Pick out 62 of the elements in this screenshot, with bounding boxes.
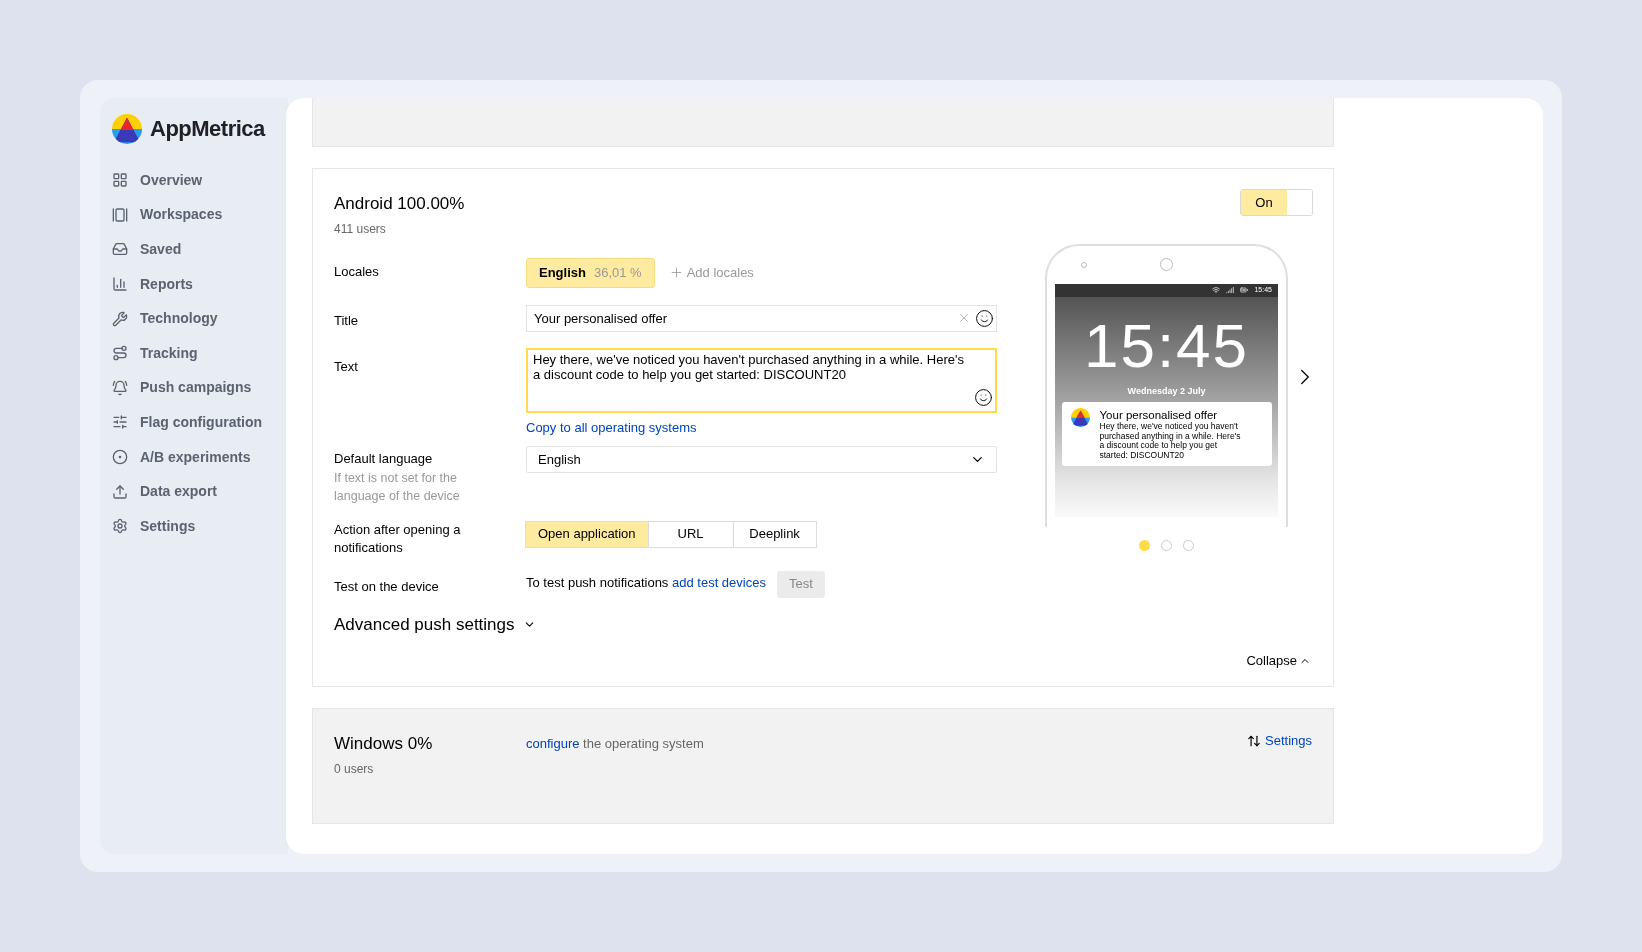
collapse-button[interactable]: Collapse	[1246, 651, 1311, 671]
bar-chart-icon	[112, 276, 128, 293]
circle-icon	[112, 449, 128, 466]
advanced-settings-toggle[interactable]: Advanced push settings	[334, 612, 536, 638]
configure-hint: configure the operating system	[526, 735, 705, 753]
nav-item[interactable]: Workspaces	[112, 197, 288, 233]
plus-icon	[668, 265, 684, 280]
sort-icon	[1247, 733, 1261, 748]
text-field[interactable]: Hey there, we've noticed you haven't purchased anything in a while. Here's a discount code to help you get started: DISCOUNT20	[526, 347, 997, 413]
notification-title: Your personalised offer	[1099, 408, 1218, 422]
nav-item[interactable]: Push campaigns	[112, 370, 288, 406]
notification-text: Hey there, we've noticed you haven't purchased anything in a while. Here's a discount code to help you get started: DISCOUNT20	[1099, 422, 1242, 460]
field-label: Text	[334, 357, 359, 376]
on-toggle[interactable]: On	[1240, 189, 1313, 216]
nav-item[interactable]: Tracking	[112, 335, 288, 371]
grid-icon	[112, 172, 128, 189]
wifi-icon	[1212, 286, 1221, 294]
platform-title: Windows 0%	[334, 733, 434, 755]
route-icon	[112, 345, 128, 362]
field-label: Default language	[334, 450, 434, 468]
field-label: Locales	[334, 262, 380, 281]
test-hint: To test push notifications add test devices	[526, 573, 766, 592]
field-label: Test on the device	[334, 577, 440, 596]
copy-link[interactable]: Copy to all operating systems	[526, 417, 697, 437]
platform-title: Android 100.00%	[334, 193, 465, 215]
action-option[interactable]: URL	[647, 520, 734, 548]
logo-icon	[112, 113, 142, 144]
field-label: Title	[334, 311, 360, 330]
sliders-icon	[112, 414, 128, 431]
nav-item[interactable]: A/B experiments	[112, 439, 288, 475]
field-label: Action after opening a notifications	[334, 520, 462, 557]
nav-item[interactable]: Reports	[112, 266, 288, 302]
action-option[interactable]: Open application	[525, 520, 649, 548]
title-field[interactable]: Your personalised offer	[526, 304, 997, 332]
app-icon	[1070, 408, 1090, 427]
cards-icon	[112, 206, 128, 223]
settings-link[interactable]: Settings	[1247, 731, 1312, 751]
configure-link[interactable]: configure	[526, 736, 580, 751]
language-select[interactable]: English	[526, 446, 997, 473]
locale-chip[interactable]: English 36,01 %	[526, 257, 655, 288]
lock-clock: 15:45	[1083, 314, 1250, 377]
signal-icon	[1226, 286, 1235, 294]
settings-icon	[112, 518, 128, 535]
battery-icon	[1240, 286, 1249, 294]
emoji-icon[interactable]	[974, 387, 993, 407]
wrench-icon	[112, 310, 128, 327]
user-count: 411 users	[334, 220, 387, 238]
nav-item[interactable]: Flag configuration	[112, 405, 288, 440]
bell-icon	[112, 379, 128, 396]
emoji-icon[interactable]	[975, 308, 994, 328]
nav-item[interactable]: Technology	[112, 301, 288, 336]
field-hint: If text is not set for the language of the device	[334, 469, 461, 505]
inbox-icon	[112, 241, 128, 258]
action-option[interactable]: Deeplink	[732, 520, 817, 548]
brand-name: AppMetrica	[150, 115, 265, 143]
nav-item[interactable]: Settings	[112, 508, 288, 544]
nav-item[interactable]: Saved	[112, 232, 288, 267]
upload-icon	[112, 483, 128, 500]
lock-date: Wednesday 2 July	[1127, 384, 1206, 398]
nav-item[interactable]: Data export	[112, 474, 288, 509]
nav-item[interactable]: Overview	[112, 163, 288, 198]
user-count: 0 users	[334, 760, 375, 778]
